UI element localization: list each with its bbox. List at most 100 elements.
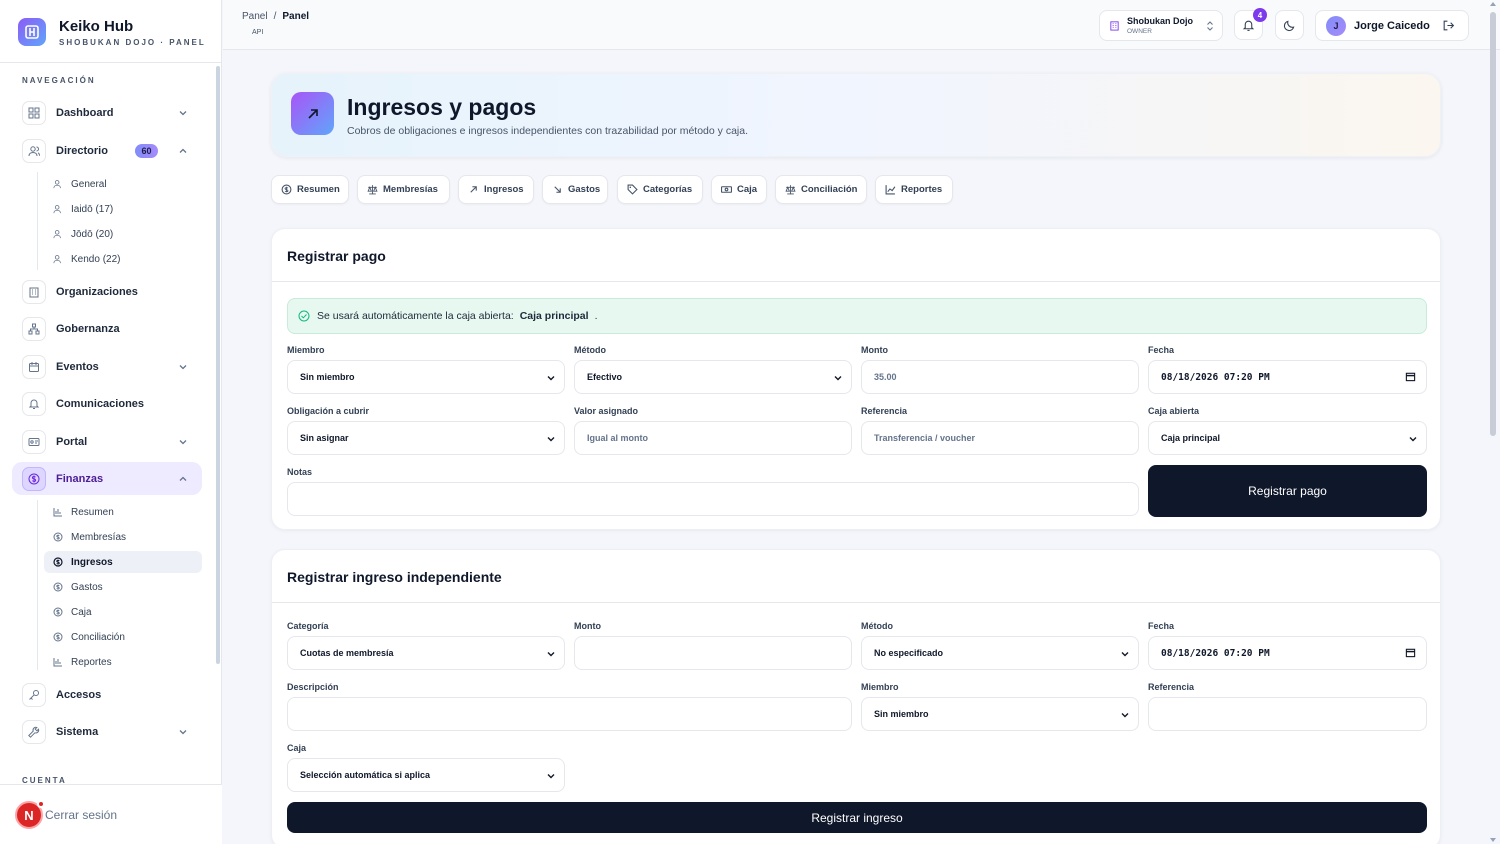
member-select[interactable]: Sin miembro	[861, 697, 1139, 731]
sub-item-caja[interactable]: Caja	[44, 601, 202, 623]
cash-icon	[721, 184, 732, 195]
sub-item-ingresos[interactable]: Ingresos	[44, 551, 202, 573]
scale-icon	[367, 184, 378, 195]
method-select[interactable]: No especificado	[861, 636, 1139, 670]
breadcrumb: Panel / Panel	[242, 11, 309, 22]
sidebar-item-sistema[interactable]: Sistema	[12, 715, 202, 749]
member-label: Miembro	[287, 345, 325, 355]
tab-gastos[interactable]: Gastos	[542, 175, 608, 204]
sidebar-item-accesos[interactable]: Accesos	[12, 678, 202, 712]
method-label: Método	[574, 345, 606, 355]
sidebar-item-finanzas[interactable]: Finanzas	[12, 462, 202, 495]
sidebar-scrollbar[interactable]	[216, 66, 220, 664]
sub-item-label: Ingresos	[71, 556, 113, 568]
sidebar-item-directorio[interactable]: Directorio 60	[12, 134, 202, 168]
org-name: Shobukan Dojo	[1127, 16, 1193, 26]
reference-input[interactable]: Transferencia / voucher	[861, 421, 1139, 455]
calendar-icon[interactable]	[1405, 647, 1416, 658]
sub-item-general[interactable]: General	[44, 173, 202, 195]
chevron-down-icon	[1120, 710, 1130, 720]
member-select[interactable]: Sin miembro	[287, 360, 565, 394]
assigned-label: Valor asignado	[574, 406, 639, 416]
sidebar-item-label: Dashboard	[56, 107, 114, 119]
sub-item-reportes[interactable]: Reportes	[44, 651, 202, 673]
date-input[interactable]: 08/18/2026 07:20 PM	[1148, 360, 1427, 394]
page-title: Ingresos y pagos	[347, 94, 537, 120]
sub-item-jodo[interactable]: Jōdō (20)	[44, 223, 202, 245]
date-input[interactable]: 08/18/2026 07:20 PM	[1148, 636, 1427, 670]
tab-ingresos[interactable]: Ingresos	[458, 175, 534, 204]
id-card-icon	[22, 430, 46, 454]
tab-conciliacion[interactable]: Conciliación	[775, 175, 867, 204]
bar-chart-icon	[53, 507, 63, 517]
scroll-down-arrow[interactable]	[1490, 838, 1496, 842]
cash-select[interactable]: Selección automática si aplica	[287, 758, 565, 792]
sub-item-iaido[interactable]: Iaidō (17)	[44, 198, 202, 220]
sidebar-item-label: Portal	[56, 436, 88, 448]
tab-categorias[interactable]: Categorías	[617, 175, 703, 204]
chevron-down-icon	[178, 362, 188, 372]
sidebar-item-label: Gobernanza	[56, 323, 120, 335]
reference-input[interactable]	[1148, 697, 1427, 731]
select-value: Sin miembro	[300, 372, 355, 382]
sub-item-label: Iaidō (17)	[71, 203, 114, 215]
method-label: Método	[861, 621, 893, 631]
brand-subtitle: SHOBUKAN DOJO · PANEL	[59, 37, 206, 47]
breadcrumb-link[interactable]: Panel	[242, 11, 268, 22]
sidebar-item-portal[interactable]: Portal	[12, 425, 202, 459]
tab-membresias[interactable]: Membresías	[357, 175, 450, 204]
sub-item-gastos[interactable]: Gastos	[44, 576, 202, 598]
sub-item-resumen[interactable]: Resumen	[44, 501, 202, 523]
amount-label: Monto	[574, 621, 601, 631]
sub-item-kendo[interactable]: Kendo (22)	[44, 248, 202, 270]
input-value: 08/18/2026 07:20 PM	[1161, 647, 1270, 659]
page-hero: Ingresos y pagos Cobros de obligaciones …	[271, 73, 1441, 157]
notes-label: Notas	[287, 467, 313, 477]
assigned-input[interactable]: Igual al monto	[574, 421, 852, 455]
status-dot	[37, 800, 45, 808]
calendar-icon[interactable]	[1405, 371, 1416, 382]
chevron-down-icon	[178, 108, 188, 118]
description-input[interactable]	[287, 697, 852, 731]
sub-item-label: General	[71, 178, 107, 190]
chevron-down-icon	[1120, 649, 1130, 659]
select-value: Sin miembro	[874, 709, 929, 719]
member-label: Miembro	[861, 682, 899, 692]
select-value: Sin asignar	[300, 433, 349, 443]
tab-resumen[interactable]: Resumen	[271, 175, 349, 204]
amount-input[interactable]: 35.00	[861, 360, 1139, 394]
tab-label: Conciliación	[801, 184, 858, 195]
scale-icon	[785, 184, 796, 195]
sub-item-label: Reportes	[71, 656, 112, 668]
sidebar-item-organizaciones[interactable]: Organizaciones	[12, 275, 202, 309]
reference-label: Referencia	[1148, 682, 1195, 692]
brand[interactable]: Keiko Hub SHOBUKAN DOJO · PANEL	[18, 15, 206, 49]
org-switcher[interactable]: Shobukan Dojo OWNER	[1099, 10, 1223, 41]
obligation-select[interactable]: Sin asignar	[287, 421, 565, 455]
tab-reportes[interactable]: Reportes	[875, 175, 953, 204]
card-title: Registrar pago	[287, 248, 386, 264]
scroll-up-arrow[interactable]	[1490, 2, 1496, 6]
chevron-up-icon	[178, 474, 188, 484]
category-label: Categoría	[287, 621, 329, 631]
tab-caja[interactable]: Caja	[711, 175, 767, 204]
sub-item-membresias[interactable]: Membresías	[44, 526, 202, 548]
notes-input[interactable]	[287, 482, 1139, 516]
sidebar-item-gobernanza[interactable]: Gobernanza	[12, 312, 202, 346]
logout-icon[interactable]	[1442, 19, 1455, 32]
sidebar-item-comunicaciones[interactable]: Comunicaciones	[12, 387, 202, 421]
amount-input[interactable]	[574, 636, 852, 670]
sidebar-item-dashboard[interactable]: Dashboard	[12, 96, 202, 130]
sub-item-conciliacion[interactable]: Conciliación	[44, 626, 202, 648]
logout-button[interactable]: Cerrar sesión	[45, 808, 117, 822]
main-scrollbar[interactable]	[1490, 12, 1496, 436]
category-select[interactable]: Cuotas de membresía	[287, 636, 565, 670]
sidebar-item-eventos[interactable]: Eventos	[12, 350, 202, 384]
register-payment-button[interactable]: Registrar pago	[1148, 465, 1427, 517]
theme-toggle-button[interactable]	[1275, 10, 1304, 40]
cash-select[interactable]: Caja principal	[1148, 421, 1427, 455]
reference-label: Referencia	[861, 406, 908, 416]
method-select[interactable]: Efectivo	[574, 360, 852, 394]
user-menu[interactable]: J Jorge Caicedo	[1315, 10, 1469, 41]
register-income-button[interactable]: Registrar ingreso	[287, 802, 1427, 833]
